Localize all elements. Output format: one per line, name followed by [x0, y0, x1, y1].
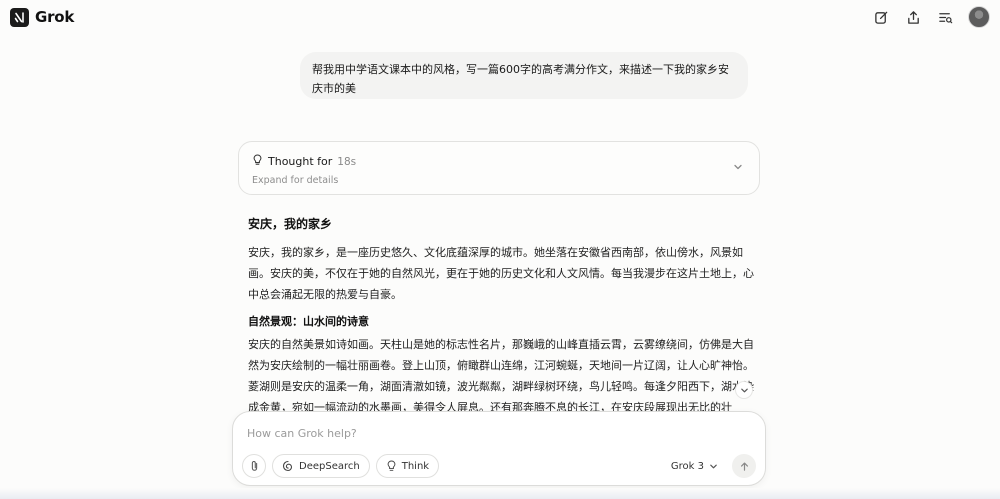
brand[interactable]: Grok [10, 7, 75, 27]
user-avatar[interactable] [968, 6, 990, 28]
prompt-input[interactable] [247, 425, 747, 441]
send-button[interactable] [732, 454, 756, 478]
response-title: 安庆，我的家乡 [248, 217, 333, 231]
thought-panel[interactable]: Thought for 18s Expand for details [238, 141, 760, 195]
edit-icon[interactable] [872, 8, 890, 26]
deepsearch-icon [282, 460, 293, 472]
share-icon[interactable] [904, 8, 922, 26]
brand-name: Grok [35, 8, 75, 26]
grok-logo-icon [10, 7, 29, 27]
scroll-to-bottom-button[interactable] [735, 381, 753, 399]
deepsearch-label: DeepSearch [299, 460, 360, 472]
composer: DeepSearch Think Grok 3 [232, 411, 766, 486]
user-message-bubble: 帮我用中学语文课本中的风格，写一篇600字的高考满分作文，来描述一下我的家乡安庆… [300, 52, 748, 99]
response-paragraph: 安庆的自然美景如诗如画。天柱山是她的标志性名片，那巍峨的山峰直插云霄，云雾缭绕间… [248, 338, 754, 414]
thought-duration: 18s [337, 155, 357, 168]
think-label: Think [401, 460, 430, 472]
paperclip-icon [251, 461, 257, 471]
deepsearch-button[interactable]: DeepSearch [272, 454, 370, 478]
lightbulb-icon [252, 154, 263, 169]
response-section-title: 自然景观：山水间的诗意 [248, 315, 369, 328]
arrow-up-icon [740, 462, 748, 471]
history-icon[interactable] [936, 8, 954, 26]
chevron-down-icon [740, 388, 748, 392]
chevron-down-icon[interactable] [733, 157, 743, 176]
thought-label: Thought for [268, 155, 333, 168]
assistant-response: 安庆，我的家乡 安庆，我的家乡，是一座历史悠久、文化底蕴深厚的城市。她坐落在安徽… [248, 215, 758, 415]
chevron-down-icon [710, 464, 717, 468]
thought-expand-hint: Expand for details [252, 175, 339, 186]
model-name: Grok 3 [670, 460, 704, 472]
top-bar: Grok [0, 0, 1000, 34]
model-selector[interactable]: Grok 3 [663, 461, 726, 472]
attach-button[interactable] [242, 454, 266, 478]
bottom-fade [0, 488, 1000, 499]
lightbulb-icon [387, 460, 396, 471]
response-paragraph: 安庆，我的家乡，是一座历史悠久、文化底蕴深厚的城市。她坐落在安徽省西南部，依山傍… [248, 246, 754, 301]
think-button[interactable]: Think [375, 454, 440, 478]
